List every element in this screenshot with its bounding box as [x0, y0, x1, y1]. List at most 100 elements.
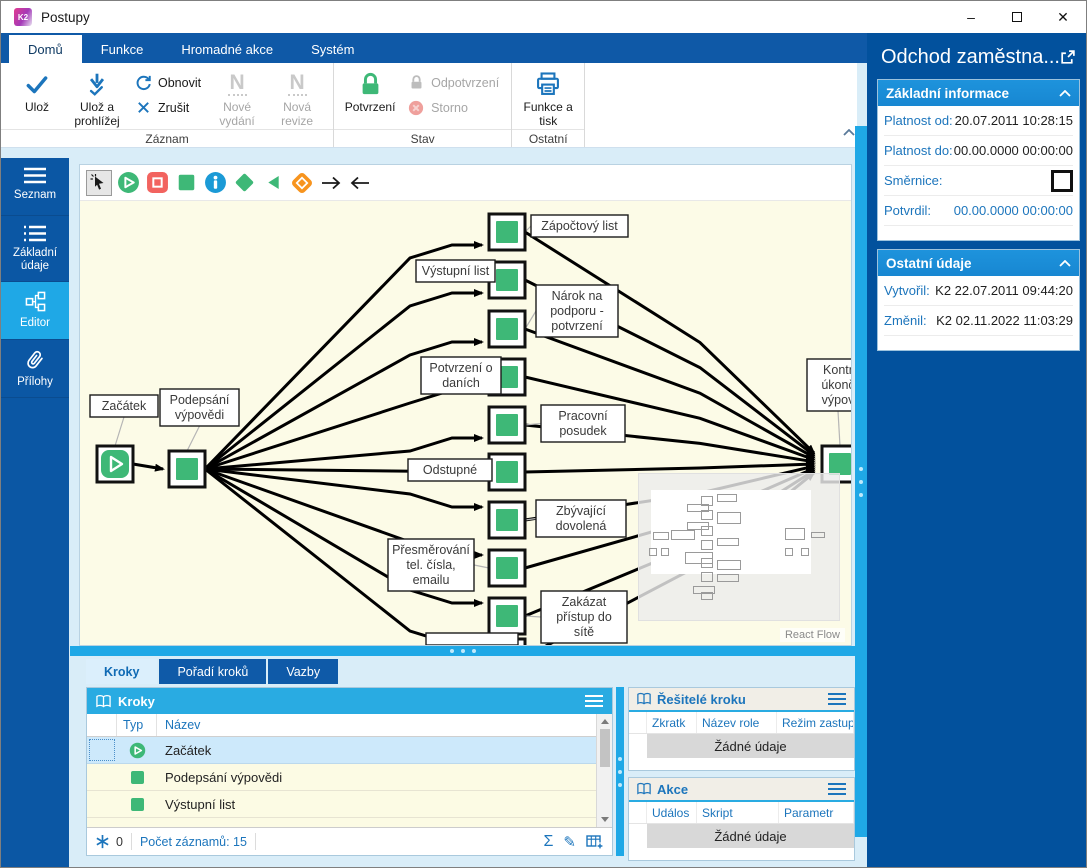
bottom-tab-kroky[interactable]: Kroky: [86, 659, 158, 684]
sidebar-item-zakladni-udaje[interactable]: Základní údaje: [1, 216, 69, 282]
tool-arrow-right[interactable]: [318, 170, 344, 196]
minimap-node: [701, 526, 713, 536]
minimize-button[interactable]: –: [948, 1, 994, 33]
smernice-checkbox[interactable]: [1051, 169, 1073, 192]
minimap-node: [701, 540, 713, 550]
sidebar-item-editor[interactable]: Editor: [1, 282, 69, 340]
kroky-scrollbar[interactable]: [596, 714, 612, 827]
akce-menu-button[interactable]: [827, 782, 847, 796]
column-header-skript[interactable]: Skript: [697, 802, 779, 823]
flow-label-n2: Podepsánívýpovědi: [159, 388, 240, 427]
scroll-up-icon[interactable]: [600, 719, 609, 724]
flow-node-m6[interactable]: [487, 452, 527, 492]
flow-minimap[interactable]: [638, 473, 840, 621]
resitele-menu-button[interactable]: [827, 692, 847, 706]
ribbon-button-potvrzeni[interactable]: Potvrzení: [340, 67, 400, 129]
tool-decision-node[interactable]: [231, 170, 257, 196]
minimap-node: [649, 548, 657, 556]
add-record-button[interactable]: [586, 834, 604, 850]
editor-toolbar: [80, 165, 851, 201]
column-header-nazev-role[interactable]: Název role: [697, 712, 777, 733]
horizontal-splitter[interactable]: [70, 646, 855, 656]
column-header-udalos[interactable]: Událos: [647, 802, 697, 823]
flow-node-m5[interactable]: [487, 405, 527, 445]
tool-info-node[interactable]: [202, 170, 228, 196]
ribbon-group-label: Ostatní: [512, 129, 585, 147]
flow-node-m9[interactable]: [487, 596, 527, 636]
column-header-zkratk[interactable]: Zkratk: [647, 712, 697, 733]
column-header-nazev[interactable]: Název: [157, 714, 612, 736]
sidebar-item-seznam[interactable]: Seznam: [1, 158, 69, 216]
ribbon-tab-hromadne-akce[interactable]: Hromadné akce: [162, 35, 292, 63]
scroll-thumb[interactable]: [599, 729, 610, 767]
tool-start-node[interactable]: [115, 170, 141, 196]
maximize-button[interactable]: [994, 1, 1040, 33]
open-external-icon[interactable]: [1059, 49, 1076, 66]
ribbon-collapse-button[interactable]: [843, 129, 855, 136]
scroll-down-icon[interactable]: [600, 817, 609, 822]
tool-milestone-node[interactable]: [289, 170, 315, 196]
ribbon-button-funkce-a-tisk[interactable]: Funkce a tisk: [518, 67, 578, 129]
sidebar-item-prilohy[interactable]: Přílohy: [1, 340, 69, 398]
record-count: Počet záznamů: 15: [139, 834, 247, 849]
flow-label-m4: Potvrzení odaních: [420, 356, 502, 395]
storno-icon: [406, 98, 426, 118]
table-row[interactable]: Výstupní list: [87, 791, 612, 818]
close-button[interactable]: ✕: [1040, 1, 1086, 33]
flow-node-n2[interactable]: [167, 449, 207, 489]
minimap-node: [671, 530, 695, 540]
ribbon-button-uloz-a-prohlizej[interactable]: Ulož a prohlížej: [67, 67, 127, 129]
chevron-up-icon[interactable]: [1059, 89, 1071, 97]
chevron-up-icon[interactable]: [1059, 259, 1071, 267]
svg-text:Potvrzení o: Potvrzení o: [429, 361, 492, 375]
vertical-splitter[interactable]: [616, 687, 624, 856]
ribbon-tab-domu[interactable]: Domů: [9, 35, 82, 63]
ribbon-button-uloz[interactable]: Ulož: [7, 67, 67, 129]
bottom-tab-vazby[interactable]: Vazby: [268, 659, 339, 684]
field-vytvoril: Vytvořil: K2 22.07.2011 09:44:20: [884, 276, 1073, 306]
flow-canvas[interactable]: Začátek Podepsání výpovědi Zápočtový list Vý…: [80, 201, 851, 645]
kroky-menu-button[interactable]: [584, 694, 604, 708]
ribbon-button-zrusit[interactable]: Zrušit: [127, 95, 207, 120]
check-icon: [24, 69, 50, 99]
flow-node-m7[interactable]: [487, 500, 527, 540]
tool-pointer[interactable]: [86, 169, 112, 196]
field-zmenil: Změnil: K2 02.11.2022 11:03:29: [884, 306, 1073, 336]
bottom-tab-poradi-kroku[interactable]: Pořadí kroků: [159, 659, 267, 684]
column-header-parametr[interactable]: Parametr: [779, 802, 854, 823]
column-header-rezim-zastupi[interactable]: Režim zastupi: [777, 712, 854, 733]
flow-node-m3[interactable]: [487, 309, 527, 349]
flow-node-m8[interactable]: [487, 548, 527, 588]
column-header-typ[interactable]: Typ: [117, 714, 157, 736]
table-row[interactable]: Podepsání výpovědi: [87, 764, 612, 791]
ribbon-button-nova-revize: N Nová revize: [267, 67, 327, 129]
flow-node-start[interactable]: [95, 444, 135, 484]
kroky-panel-title: Kroky: [118, 693, 155, 709]
panel-splitter[interactable]: [855, 126, 867, 837]
minimap-node: [785, 528, 805, 540]
left-sidebar: Seznam Základní údaje Editor Přílohy: [1, 158, 69, 867]
tool-arrow-left[interactable]: [347, 170, 373, 196]
ribbon-button-obnovit[interactable]: Obnovit: [127, 70, 207, 95]
detail-panel: Odchod zaměstna... Základní informace Pla…: [867, 33, 1086, 867]
lock-gray-icon: [406, 73, 426, 93]
flow-node-m1[interactable]: [487, 212, 527, 252]
ribbon-button-label: Ulož a prohlížej: [74, 100, 120, 128]
ribbon-tab-funkce[interactable]: Funkce: [82, 35, 163, 63]
bottom-tab-strip: Kroky Pořadí kroků Vazby: [86, 659, 339, 684]
tool-step-node[interactable]: [173, 170, 199, 196]
edit-button[interactable]: ✎: [563, 833, 576, 851]
akce-panel: Akce Událos Skript Parametr Žádné údaje: [628, 777, 855, 861]
section-zakladni-informace: Základní informace Platnost od: 20.07.2011…: [877, 79, 1080, 241]
ribbon-button-label: Funkce a tisk: [523, 100, 573, 128]
step-type-icon: [130, 770, 144, 784]
list-icon: [23, 225, 47, 242]
resitele-empty-message: Žádné údaje: [647, 734, 854, 758]
tool-stop-node[interactable]: [144, 170, 170, 196]
table-row[interactable]: Začátek: [87, 737, 612, 764]
ribbon-tab-system[interactable]: Systém: [292, 35, 373, 63]
ribbon-button-odpotvrzeni: Odpotvrzení: [400, 70, 505, 95]
tool-prev-node[interactable]: [260, 170, 286, 196]
sum-button[interactable]: Σ: [544, 833, 554, 851]
menu-icon: [23, 167, 47, 184]
